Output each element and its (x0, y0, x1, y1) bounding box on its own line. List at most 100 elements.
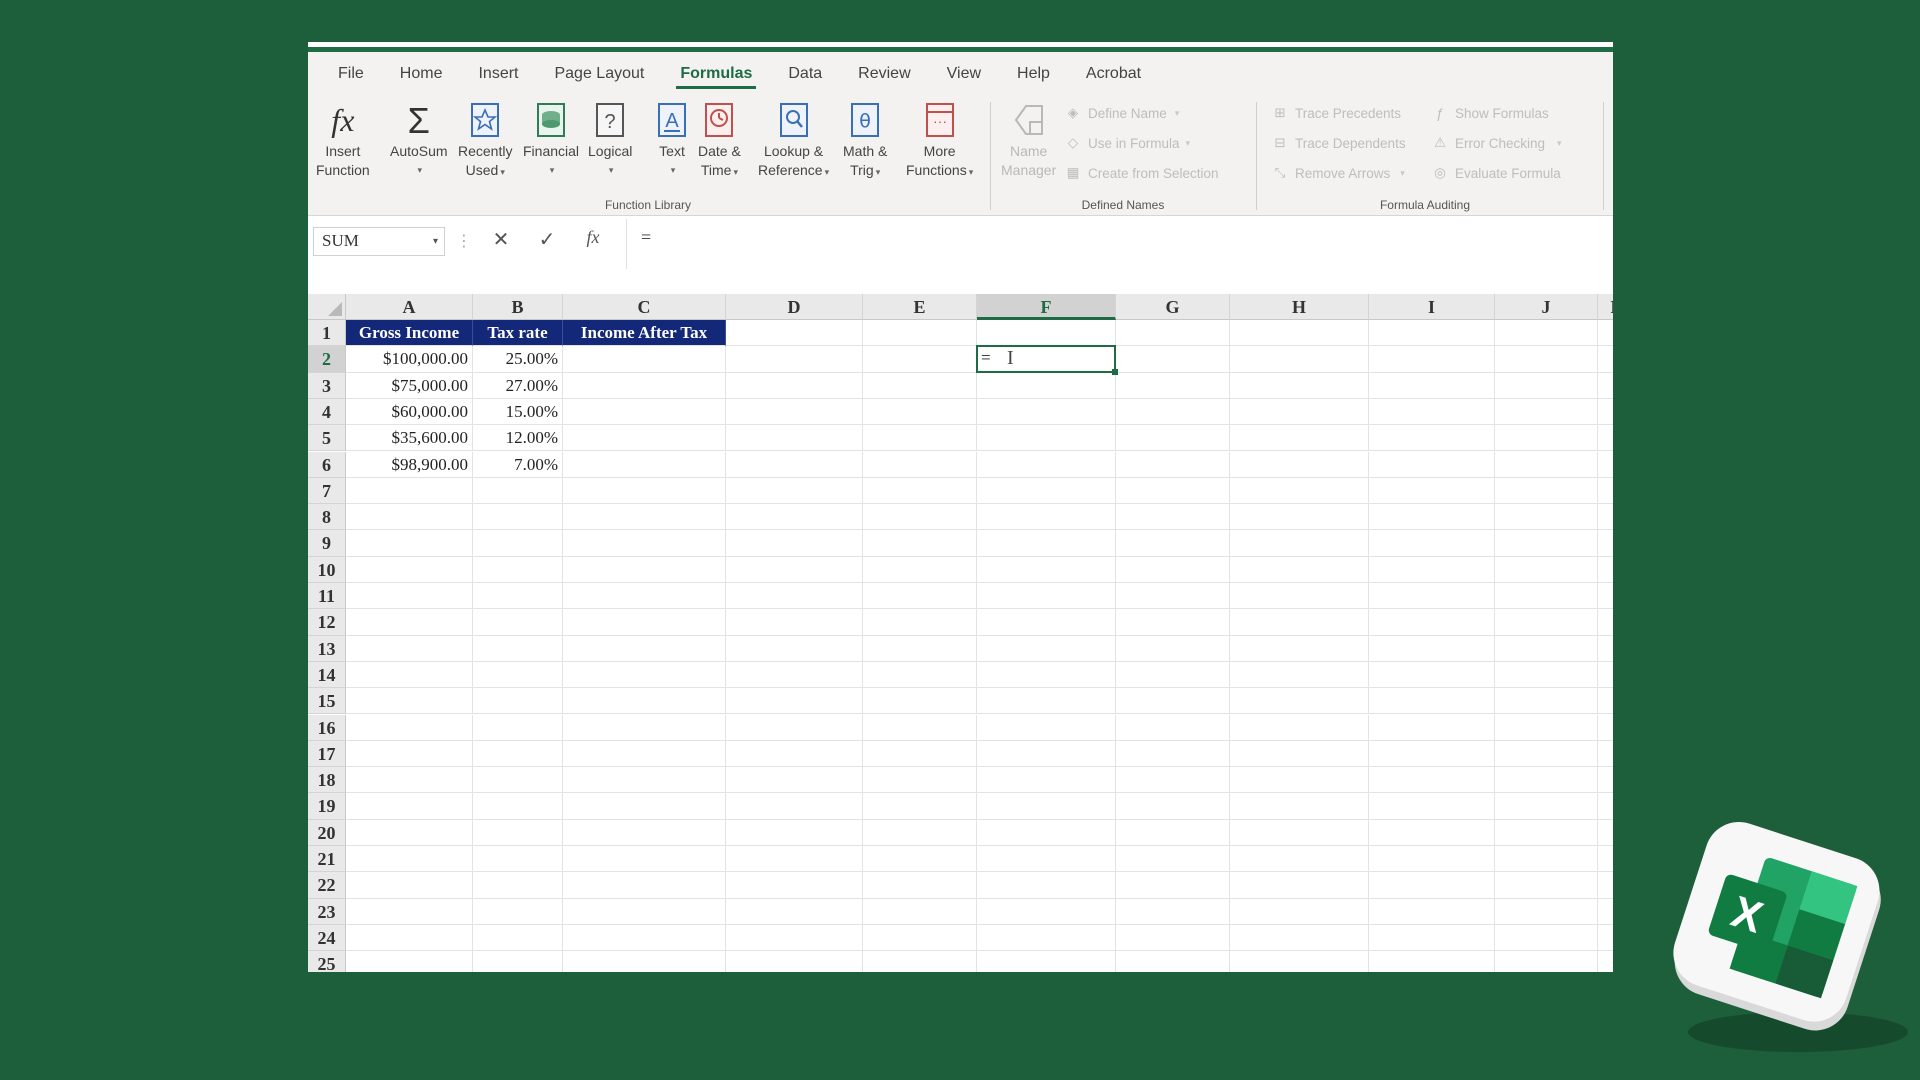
cell-b11[interactable] (473, 583, 563, 610)
cell-b15[interactable] (473, 688, 563, 715)
cell-c7[interactable] (563, 477, 726, 505)
cancel-icon[interactable]: ✕ (486, 227, 516, 252)
autosum-button[interactable]: Σ AutoSum ▾ (390, 100, 448, 180)
cell-f20[interactable] (977, 819, 1116, 846)
error-checking-button[interactable]: ⚠ Error Checking ▾ (1430, 134, 1562, 152)
cell-a4[interactable]: $60,000.00 (346, 398, 473, 426)
cell-d7[interactable] (726, 477, 863, 505)
cell-c16[interactable] (563, 714, 726, 741)
cell-e15[interactable] (863, 688, 977, 715)
cell-g23[interactable] (1116, 898, 1230, 925)
cell-i4[interactable] (1369, 398, 1495, 426)
evaluate-formula-button[interactable]: ◎ Evaluate Formula (1430, 164, 1561, 182)
cell-g7[interactable] (1116, 477, 1230, 505)
cell-k23[interactable] (1598, 899, 1613, 925)
tab-view[interactable]: View (943, 57, 985, 89)
cell-e17[interactable] (863, 740, 977, 768)
cell-a21[interactable] (346, 846, 473, 873)
cell-a23[interactable] (346, 898, 473, 925)
row-header-6[interactable]: 6 (308, 451, 346, 478)
row-header-18[interactable]: 18 (308, 767, 346, 794)
cell-j11[interactable] (1495, 583, 1598, 610)
row-header-14[interactable]: 14 (308, 661, 346, 689)
cell-c17[interactable] (563, 740, 726, 768)
cell-i13[interactable] (1369, 635, 1495, 662)
cell-h12[interactable] (1230, 609, 1369, 636)
cell-k16[interactable] (1598, 715, 1613, 741)
cell-h16[interactable] (1230, 714, 1369, 741)
formula-input[interactable]: = (626, 219, 1613, 269)
cell-k20[interactable] (1598, 820, 1613, 846)
recently-used-button[interactable]: Recently Used ▾ (458, 100, 512, 182)
cell-d19[interactable] (726, 793, 863, 820)
cell-a17[interactable] (346, 740, 473, 768)
row-header-15[interactable]: 15 (308, 688, 346, 715)
cell-b24[interactable] (473, 924, 563, 952)
cell-d1[interactable] (726, 320, 863, 347)
cell-e11[interactable] (863, 583, 977, 610)
cell-d6[interactable] (726, 451, 863, 478)
cell-b2[interactable]: 25.00% (473, 346, 563, 373)
cell-j18[interactable] (1495, 767, 1598, 794)
header-cell-a1[interactable]: Gross Income (346, 320, 473, 347)
row-header-19[interactable]: 19 (308, 793, 346, 820)
row-header-1[interactable]: 1 (308, 320, 346, 347)
cell-a10[interactable] (346, 556, 473, 583)
cell-g12[interactable] (1116, 609, 1230, 636)
cell-j15[interactable] (1495, 688, 1598, 715)
cell-h5[interactable] (1230, 425, 1369, 452)
fill-handle[interactable] (1112, 368, 1118, 375)
cell-c10[interactable] (563, 556, 726, 583)
logical-button[interactable]: ? Logical ▾ (588, 100, 632, 180)
row-header-7[interactable]: 7 (308, 477, 346, 505)
cell-d13[interactable] (726, 635, 863, 662)
cell-c8[interactable] (563, 504, 726, 531)
cell-i15[interactable] (1369, 688, 1495, 715)
column-header-g[interactable]: G (1116, 294, 1230, 320)
cell-j5[interactable] (1495, 425, 1598, 452)
cell-h2[interactable] (1230, 346, 1369, 373)
cell-k1[interactable] (1598, 320, 1613, 347)
cell-h25[interactable] (1230, 951, 1369, 972)
cell-h22[interactable] (1230, 872, 1369, 899)
cell-b6[interactable]: 7.00% (473, 451, 563, 478)
show-formulas-button[interactable]: ƒ Show Formulas (1430, 104, 1549, 122)
cell-e9[interactable] (863, 530, 977, 557)
tab-formulas[interactable]: Formulas (676, 57, 757, 89)
cell-k8[interactable] (1598, 504, 1613, 531)
cell-g18[interactable] (1116, 767, 1230, 794)
cell-d23[interactable] (726, 898, 863, 925)
cell-d4[interactable] (726, 398, 863, 426)
column-header-h[interactable]: H (1230, 294, 1369, 320)
cell-h4[interactable] (1230, 398, 1369, 426)
more-functions-button[interactable]: ··· More Functions ▾ (906, 100, 973, 182)
cell-j24[interactable] (1495, 924, 1598, 952)
tab-insert[interactable]: Insert (474, 57, 522, 89)
cell-a5[interactable]: $35,600.00 (346, 425, 473, 452)
tab-page-layout[interactable]: Page Layout (550, 57, 648, 89)
cell-j2[interactable] (1495, 346, 1598, 373)
cell-k25[interactable] (1598, 951, 1613, 972)
cell-f22[interactable] (977, 872, 1116, 899)
cell-k12[interactable] (1598, 609, 1613, 636)
cell-i2[interactable] (1369, 346, 1495, 373)
cell-h18[interactable] (1230, 767, 1369, 794)
cell-d2[interactable] (726, 346, 863, 373)
cell-f25[interactable] (977, 951, 1116, 972)
cell-g17[interactable] (1116, 740, 1230, 768)
cell-g13[interactable] (1116, 635, 1230, 662)
cell-b3[interactable]: 27.00% (473, 372, 563, 399)
cell-b5[interactable]: 12.00% (473, 425, 563, 452)
cell-h15[interactable] (1230, 688, 1369, 715)
cell-d12[interactable] (726, 609, 863, 636)
cell-d9[interactable] (726, 530, 863, 557)
define-name-button[interactable]: ◈ Define Name ▾ (1063, 104, 1180, 122)
cell-h10[interactable] (1230, 556, 1369, 583)
cell-d25[interactable] (726, 951, 863, 972)
cell-a8[interactable] (346, 504, 473, 531)
row-header-20[interactable]: 20 (308, 819, 346, 846)
cell-h1[interactable] (1230, 320, 1369, 347)
cell-g5[interactable] (1116, 425, 1230, 452)
cell-i16[interactable] (1369, 714, 1495, 741)
row-header-3[interactable]: 3 (308, 372, 346, 399)
